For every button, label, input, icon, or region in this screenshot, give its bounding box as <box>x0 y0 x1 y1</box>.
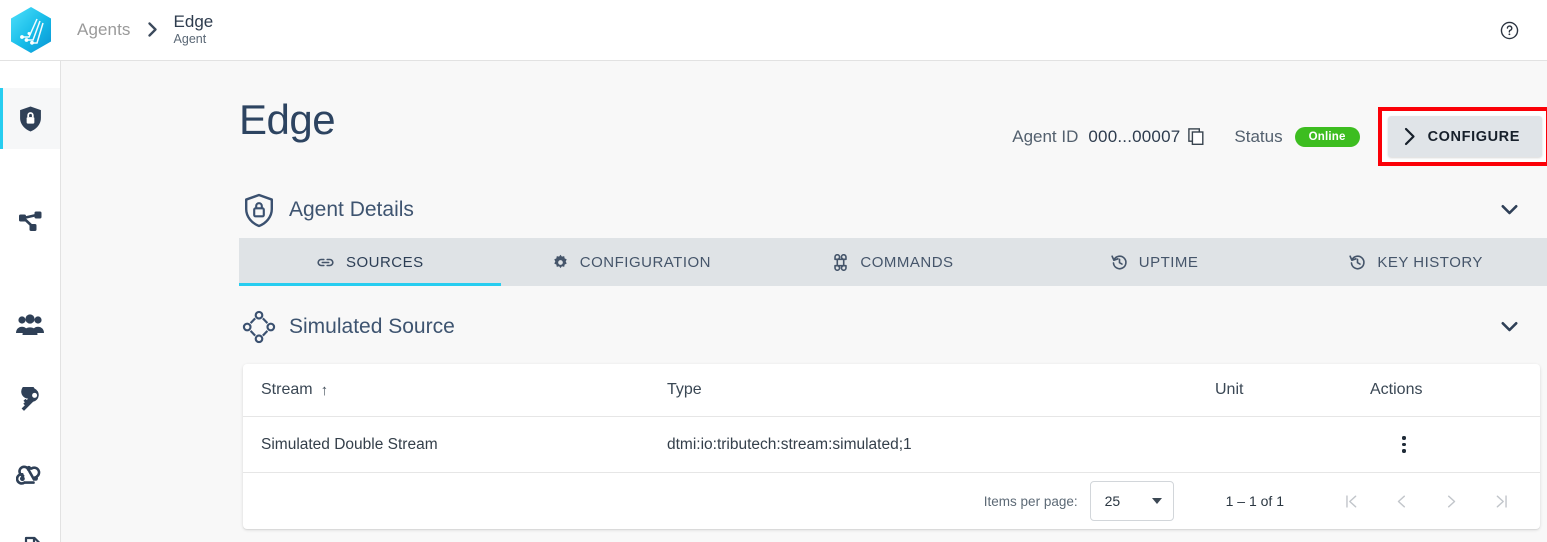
tab-key-history[interactable]: KEY HISTORY <box>1285 238 1547 286</box>
first-page-icon <box>1345 494 1356 508</box>
configure-button-label: CONFIGURE <box>1427 128 1520 145</box>
copy-button[interactable] <box>1188 128 1204 145</box>
pagination-range-label: 1 – 1 of 1 <box>1225 493 1284 509</box>
pagination-buttons <box>1334 484 1518 518</box>
command-icon <box>832 253 849 271</box>
agent-id-value: 000...00007 <box>1088 126 1181 146</box>
gear-icon <box>552 254 569 271</box>
tab-sources-label: SOURCES <box>345 253 424 271</box>
sidebar-item-webhooks[interactable] <box>0 444 60 505</box>
app-logo[interactable] <box>0 0 61 60</box>
configure-highlight-box: CONFIGURE <box>1377 107 1547 166</box>
tab-configuration[interactable]: CONFIGURATION <box>501 238 763 286</box>
last-page-icon <box>1496 494 1507 508</box>
breadcrumb: Agents Edge Agent <box>77 12 214 47</box>
sidebar-item-users[interactable] <box>0 294 60 355</box>
hexagon-logo-icon <box>10 7 51 53</box>
chevron-right-icon <box>1404 127 1415 146</box>
breadcrumb-current-title: Edge <box>173 12 214 32</box>
diamond-nodes-icon <box>239 310 279 344</box>
cell-actions <box>1370 430 1522 460</box>
agent-details-title: Agent Details <box>289 198 414 221</box>
sidebar-item-certificates[interactable] <box>0 519 60 542</box>
table-paginator: Items per page: 25 1 – 1 of 1 <box>243 473 1540 529</box>
prev-page-icon <box>1397 495 1405 507</box>
row-actions-menu-button[interactable] <box>1391 430 1417 460</box>
first-page-button[interactable] <box>1334 484 1368 518</box>
certificate-document-icon <box>24 536 40 542</box>
status-label: Status <box>1234 126 1283 146</box>
sidebar-item-agents[interactable] <box>0 88 60 149</box>
tab-uptime-label: UPTIME <box>1138 253 1199 271</box>
breadcrumb-agents-link[interactable]: Agents <box>77 20 131 40</box>
tab-commands-label: COMMANDS <box>860 253 954 271</box>
column-header-stream[interactable]: Stream ↑ <box>261 381 667 399</box>
sidebar <box>0 61 61 542</box>
configure-button[interactable]: CONFIGURE <box>1387 116 1542 157</box>
app-root: Agents Edge Agent Edge Agent ID 000...00… <box>0 0 1547 542</box>
tab-commands[interactable]: COMMANDS <box>762 238 1024 286</box>
key-icon <box>20 387 39 411</box>
breadcrumb-current-subtitle: Agent <box>173 32 207 47</box>
items-per-page-label: Items per page: <box>983 493 1078 509</box>
sidebar-item-connections[interactable] <box>0 191 60 252</box>
simulated-source-expand-toggle[interactable] <box>1501 321 1518 333</box>
main-content: Edge Agent ID 000...00007 Status Online <box>61 61 1547 542</box>
breadcrumb-separator-icon <box>147 22 157 38</box>
cell-type: dtmi:io:tributech:stream:simulated;1 <box>667 435 912 453</box>
items-per-page-select[interactable]: 25 <box>1089 481 1174 521</box>
agent-details-section-header[interactable]: Agent Details <box>239 182 1547 238</box>
link-icon <box>316 255 335 270</box>
share-network-icon <box>18 211 41 231</box>
column-header-actions: Actions <box>1370 381 1522 399</box>
agent-details-expand-toggle[interactable] <box>1501 204 1518 216</box>
more-vertical-icon <box>1402 442 1406 447</box>
column-header-unit-label: Unit <box>1215 381 1244 398</box>
sort-ascending-icon: ↑ <box>320 381 329 399</box>
tab-key-history-label: KEY HISTORY <box>1377 253 1483 271</box>
more-vertical-icon <box>1402 449 1406 453</box>
previous-page-button[interactable] <box>1384 484 1418 518</box>
column-header-type-label: Type <box>667 381 702 398</box>
next-page-icon <box>1447 495 1455 507</box>
streams-table-card: Stream ↑ Type Unit Actions Simulated Dou… <box>243 364 1540 529</box>
sidebar-item-keys[interactable] <box>0 369 60 430</box>
history-icon <box>1349 254 1366 271</box>
top-bar: Agents Edge Agent <box>0 0 1547 61</box>
page-header: Edge Agent ID 000...00007 Status Online <box>239 99 1547 169</box>
tab-sources[interactable]: SOURCES <box>239 238 501 286</box>
webhook-icon <box>16 465 41 485</box>
tab-uptime[interactable]: UPTIME <box>1024 238 1286 286</box>
tab-configuration-label: CONFIGURATION <box>579 253 711 271</box>
column-header-stream-label: Stream <box>261 381 313 398</box>
breadcrumb-current: Edge Agent <box>173 12 214 47</box>
cell-stream: Simulated Double Stream <box>261 435 438 453</box>
next-page-button[interactable] <box>1434 484 1468 518</box>
people-group-icon <box>16 313 44 335</box>
copy-icon <box>1188 128 1204 145</box>
chevron-down-icon <box>1501 321 1518 332</box>
page-header-actions: Agent ID 000...00007 Status Online CONFI… <box>1012 107 1547 166</box>
agent-id-label: Agent ID <box>1012 126 1079 146</box>
chevron-down-icon <box>1501 204 1518 215</box>
last-page-button[interactable] <box>1484 484 1518 518</box>
chevron-down-icon <box>1151 498 1162 504</box>
shield-lock-icon <box>19 106 41 131</box>
column-header-type[interactable]: Type <box>667 381 1215 399</box>
table-header-row: Stream ↑ Type Unit Actions <box>243 364 1540 417</box>
column-header-actions-label: Actions <box>1370 381 1423 398</box>
column-header-unit[interactable]: Unit <box>1215 381 1370 399</box>
items-per-page-value: 25 <box>1104 493 1121 509</box>
help-circle-icon <box>1500 21 1518 39</box>
simulated-source-title: Simulated Source <box>289 315 455 338</box>
history-icon <box>1111 254 1128 271</box>
help-button[interactable] <box>1497 18 1521 42</box>
simulated-source-section-header[interactable]: Simulated Source <box>239 299 1547 355</box>
status-badge: Online <box>1294 126 1360 147</box>
more-vertical-icon <box>1402 436 1406 440</box>
agent-tabs: SOURCES CONFIGURATION COMMANDS UPTIME KE… <box>239 238 1547 286</box>
shield-lock-outline-icon <box>239 193 279 228</box>
table-row[interactable]: Simulated Double Stream dtmi:io:tributec… <box>243 417 1540 473</box>
